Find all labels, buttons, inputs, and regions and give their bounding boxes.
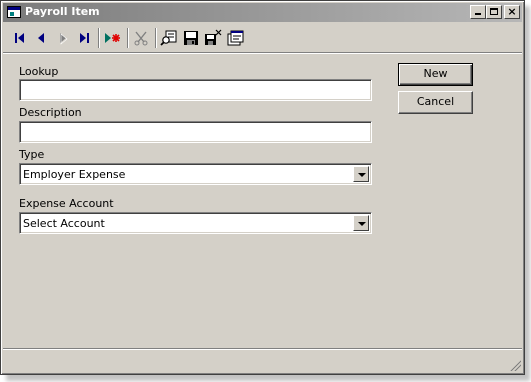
window-title: Payroll Item (25, 5, 100, 18)
last-record-icon[interactable] (75, 29, 93, 47)
first-record-icon[interactable] (11, 29, 29, 47)
window-controls: × (470, 5, 520, 19)
expense-account-select[interactable]: Select Account (19, 212, 372, 234)
close-button[interactable]: × (504, 5, 520, 19)
expense-account-selected-value: Select Account (23, 217, 105, 230)
lookup-input[interactable] (19, 79, 372, 101)
type-label: Type (19, 148, 45, 161)
status-bar (3, 348, 522, 372)
properties-icon[interactable] (226, 29, 244, 47)
window-app-icon (7, 6, 21, 18)
chevron-down-icon[interactable] (353, 166, 369, 182)
save-icon[interactable] (182, 29, 200, 47)
save-close-icon[interactable] (204, 29, 222, 47)
maximize-button[interactable] (486, 5, 502, 19)
type-select[interactable]: Employer Expense (19, 163, 372, 185)
cancel-button[interactable]: Cancel (398, 91, 473, 114)
description-label: Description (19, 106, 82, 119)
delete-icon[interactable] (132, 29, 150, 47)
next-record-icon[interactable] (54, 29, 72, 47)
new-record-icon[interactable] (103, 29, 121, 47)
resize-grip-icon[interactable] (509, 359, 521, 371)
type-selected-value: Employer Expense (23, 168, 126, 181)
find-icon[interactable] (160, 29, 178, 47)
minimize-button[interactable] (470, 5, 486, 19)
description-input[interactable] (19, 121, 372, 143)
payroll-item-window: Payroll Item × Lookup Description Type E… (0, 0, 525, 375)
chevron-down-icon[interactable] (353, 215, 369, 231)
toolbar-separator (98, 28, 100, 48)
toolbar (3, 24, 522, 53)
expense-account-label: Expense Account (19, 197, 114, 210)
title-bar[interactable]: Payroll Item × (3, 3, 522, 22)
lookup-label: Lookup (19, 65, 59, 78)
toolbar-separator (155, 28, 157, 48)
toolbar-separator (127, 28, 129, 48)
close-icon: × (507, 5, 517, 18)
new-button[interactable]: New (398, 63, 473, 86)
previous-record-icon[interactable] (32, 29, 50, 47)
